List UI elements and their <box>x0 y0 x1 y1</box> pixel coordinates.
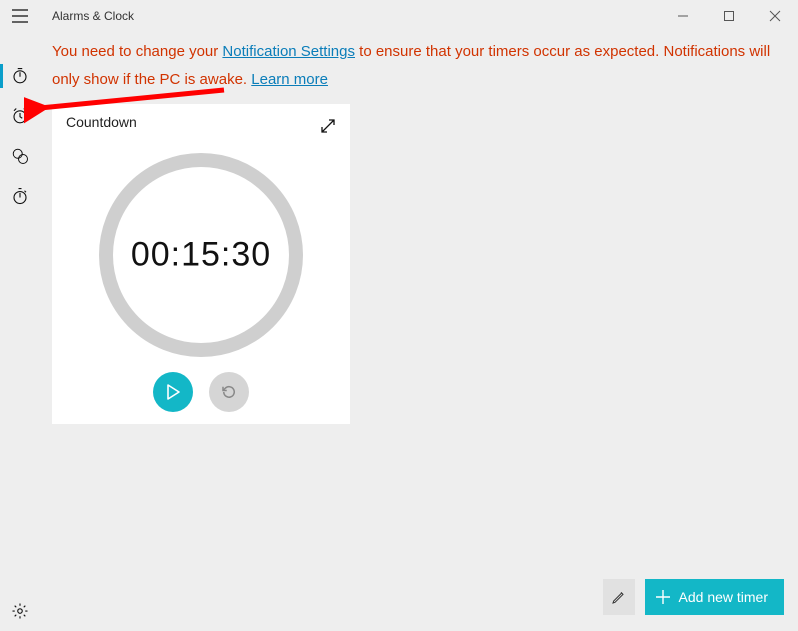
main-content: You need to change your Notification Set… <box>40 32 798 631</box>
close-button[interactable] <box>752 0 798 32</box>
timer-controls <box>66 372 336 412</box>
app-title: Alarms & Clock <box>52 9 134 23</box>
sidebar-item-alarm[interactable] <box>0 96 40 136</box>
sidebar-item-settings[interactable] <box>0 591 40 631</box>
plus-icon <box>655 589 671 605</box>
play-button[interactable] <box>153 372 193 412</box>
timer-ring: 00:15:30 <box>96 150 306 360</box>
alarm-icon <box>11 107 29 125</box>
learn-more-link[interactable]: Learn more <box>251 71 328 88</box>
sidebar-item-timer[interactable] <box>0 56 40 96</box>
menu-button[interactable] <box>8 4 32 28</box>
timer-card[interactable]: Countdown 00:15:30 <box>52 104 350 424</box>
timer-name: Countdown <box>66 114 336 130</box>
expand-icon <box>320 118 336 134</box>
time-display: 00:15:30 <box>131 236 271 275</box>
notification-warning: You need to change your Notification Set… <box>52 38 786 94</box>
notification-settings-link[interactable]: Notification Settings <box>222 43 355 60</box>
timer-ring-wrap: 00:15:30 <box>66 150 336 360</box>
maximize-button[interactable] <box>706 0 752 32</box>
stopwatch-icon <box>11 187 29 205</box>
bottom-bar: Add new timer <box>603 579 784 615</box>
edit-button[interactable] <box>603 579 635 615</box>
reset-button[interactable] <box>209 372 249 412</box>
warning-text-prefix: You need to change your <box>52 43 222 60</box>
timer-icon <box>11 67 29 85</box>
sidebar-item-stopwatch[interactable] <box>0 176 40 216</box>
world-clock-icon <box>11 147 29 165</box>
sidebar <box>0 32 40 631</box>
gear-icon <box>11 602 29 620</box>
expand-button[interactable] <box>316 114 340 138</box>
pencil-icon <box>611 589 627 605</box>
add-timer-button[interactable]: Add new timer <box>645 579 784 615</box>
minimize-button[interactable] <box>660 0 706 32</box>
add-timer-label: Add new timer <box>679 589 768 605</box>
window-controls <box>660 0 798 32</box>
play-icon <box>166 384 180 400</box>
sidebar-item-world-clock[interactable] <box>0 136 40 176</box>
reset-icon <box>220 383 238 401</box>
